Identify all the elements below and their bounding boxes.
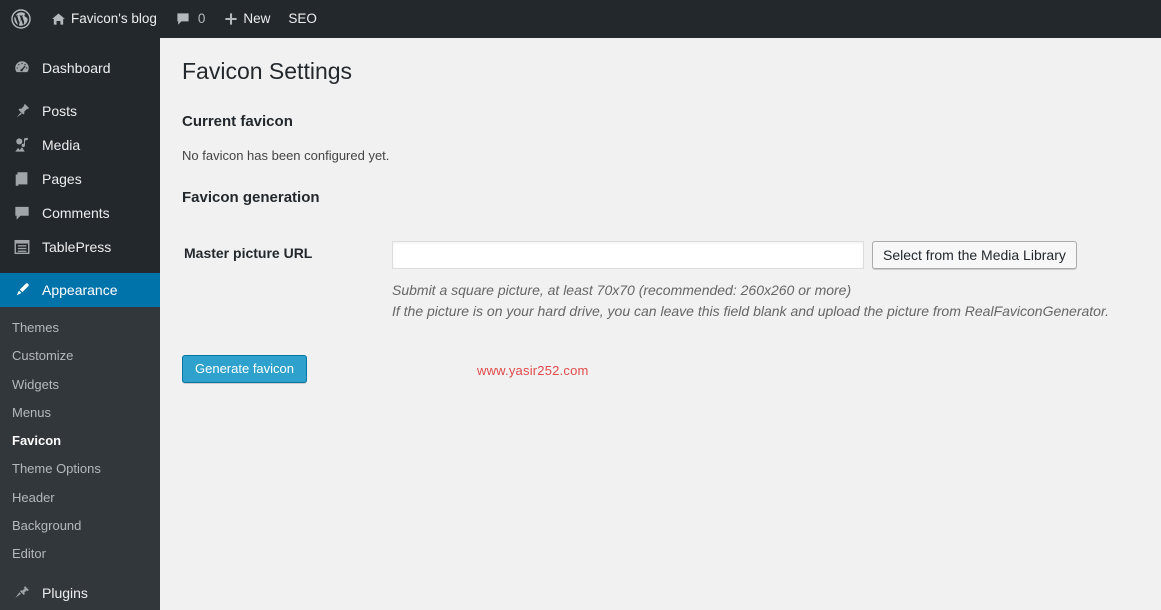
favicon-form-table: Master picture URL Select from the Media…	[182, 226, 1141, 338]
new-content-label: New	[243, 11, 271, 27]
favicon-generation-heading: Favicon generation	[182, 188, 320, 206]
sidebar-item-appearance[interactable]: Appearance	[0, 273, 168, 307]
admin-bar: Favicon's blog 0 New SEO	[0, 0, 1161, 38]
comment-bubble-icon	[175, 11, 191, 27]
site-name-button[interactable]: Favicon's blog	[41, 0, 166, 38]
sidebar-subitem-header[interactable]: Header	[0, 484, 160, 512]
sidebar-separator	[0, 264, 160, 273]
hint-line-1: Submit a square picture, at least 70x70 …	[392, 281, 852, 298]
select-from-media-library-button[interactable]: Select from the Media Library	[872, 240, 1077, 269]
new-content-button[interactable]: New	[214, 0, 279, 38]
sidebar-item-label: TablePress	[42, 239, 112, 255]
sidebar-subitem-customize[interactable]: Customize	[0, 342, 160, 370]
comments-count: 0	[197, 11, 206, 27]
comments-button[interactable]: 0	[166, 0, 215, 38]
sidebar-separator	[0, 85, 160, 94]
current-favicon-status-text: No favicon has been configured yet.	[182, 148, 390, 163]
plus-icon	[223, 11, 243, 27]
home-icon	[50, 11, 71, 28]
sidebar-subitem-themes[interactable]: Themes	[0, 314, 160, 342]
sidebar-item-label: Appearance	[42, 282, 118, 298]
sidebar-item-plugins[interactable]: Plugins	[0, 576, 160, 610]
sidebar-item-posts[interactable]: Posts	[0, 94, 160, 128]
main-content: Favicon Settings Current favicon No favi…	[160, 38, 1161, 602]
comment-bubble-icon	[12, 203, 32, 223]
table-icon	[12, 237, 32, 257]
sidebar-item-label: Media	[42, 137, 81, 153]
sidebar-item-label: Plugins	[42, 585, 88, 602]
sidebar-item-label: Comments	[42, 205, 110, 221]
wordpress-logo-icon	[11, 9, 31, 29]
sidebar-item-pages[interactable]: Pages	[0, 162, 160, 196]
sidebar-item-label: Dashboard	[42, 60, 111, 76]
wordpress-logo-button[interactable]	[0, 0, 41, 38]
dashboard-icon	[12, 58, 32, 78]
plug-icon	[12, 583, 32, 603]
generate-favicon-button[interactable]: Generate favicon	[182, 354, 308, 383]
site-name-label: Favicon's blog	[71, 11, 157, 27]
sidebar-subitem-favicon[interactable]: Favicon	[0, 427, 160, 455]
seo-label: SEO	[288, 11, 317, 27]
hint-line-2: If the picture is on your hard drive, yo…	[392, 303, 1109, 320]
sidebar-spacer-top	[0, 38, 160, 51]
sidebar-item-media[interactable]: Media	[0, 128, 160, 162]
pin-icon	[12, 101, 32, 121]
admin-sidebar-menu: Dashboard Posts Media Pages Comments Tab…	[0, 38, 168, 610]
field-row: Select from the Media Library	[392, 240, 1131, 269]
pages-icon	[12, 169, 32, 189]
watermark-text: www.yasir252.com	[477, 363, 589, 378]
sidebar-item-dashboard[interactable]: Dashboard	[0, 51, 160, 85]
sidebar-subitem-theme-options[interactable]: Theme Options	[0, 455, 160, 483]
sidebar-item-tablepress[interactable]: TablePress	[0, 230, 160, 264]
appearance-submenu: Themes Customize Widgets Menus Favicon T…	[0, 307, 160, 577]
sidebar-item-label: Pages	[42, 171, 82, 187]
brush-icon	[12, 280, 32, 300]
current-favicon-heading: Current favicon	[182, 113, 293, 130]
sidebar-subitem-editor[interactable]: Editor	[0, 540, 160, 568]
page-title: Favicon Settings	[182, 58, 353, 84]
sidebar-subitem-background[interactable]: Background	[0, 512, 160, 540]
sidebar-subitem-widgets[interactable]: Widgets	[0, 371, 160, 399]
master-picture-url-input[interactable]	[392, 240, 864, 269]
sidebar-subitem-menus[interactable]: Menus	[0, 399, 160, 427]
master-picture-url-label: Master picture URL	[184, 244, 313, 261]
sidebar-item-label: Posts	[42, 103, 78, 119]
master-picture-hint: Submit a square picture, at least 70x70 …	[392, 280, 1131, 323]
media-icon	[12, 135, 32, 155]
active-menu-arrow-icon	[160, 282, 168, 298]
content-wrap: Favicon Settings Current favicon No favi…	[160, 38, 1161, 383]
sidebar-item-comments[interactable]: Comments	[0, 196, 160, 230]
master-picture-url-row: Master picture URL Select from the Media…	[182, 226, 1141, 338]
master-picture-url-cell: Select from the Media Library Submit a s…	[382, 226, 1141, 338]
seo-menu-button[interactable]: SEO	[279, 0, 326, 38]
